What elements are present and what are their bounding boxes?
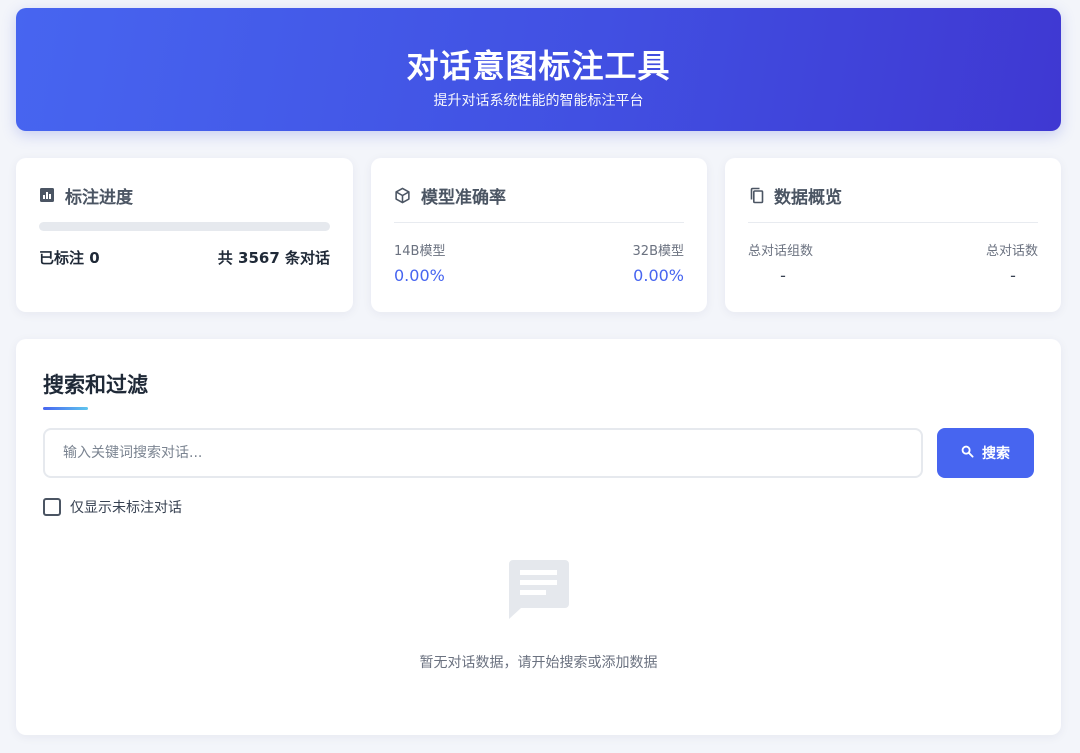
bar-chart-icon: [39, 187, 55, 203]
unlabeled-only-filter[interactable]: 仅显示未标注对话: [43, 497, 182, 517]
overview-labels: 总对话组数 总对话数: [748, 240, 1038, 259]
total-count: 共 3567 条对话: [217, 249, 330, 267]
total-groups-label: 总对话组数: [748, 244, 814, 259]
chat-message-icon: [508, 559, 570, 625]
app-header: 对话意图标注工具 提升对话系统性能的智能标注平台: [16, 8, 1061, 131]
copy-icon: [748, 187, 764, 204]
accuracy-divider: [394, 222, 684, 223]
accuracy-card-title: 模型准确率: [421, 187, 506, 208]
accuracy-card-header: 模型准确率: [394, 182, 506, 208]
title-underline: [43, 407, 88, 410]
app-title: 对话意图标注工具: [406, 47, 671, 85]
search-section-title: 搜索和过滤: [43, 373, 148, 397]
search-input[interactable]: [43, 428, 923, 478]
model-32b-accuracy: 0.00%: [633, 266, 684, 285]
progress-card-header: 标注进度: [39, 182, 133, 208]
accuracy-labels: 14B模型 32B模型: [394, 240, 684, 259]
overview-divider: [748, 222, 1038, 223]
overview-card: 数据概览 总对话组数 总对话数 - -: [725, 158, 1061, 312]
overview-values: - -: [748, 266, 1038, 285]
progress-card-title: 标注进度: [65, 187, 133, 208]
unlabeled-only-label: 仅显示未标注对话: [70, 500, 182, 516]
total-groups-value: -: [780, 266, 786, 285]
cube-icon: [394, 187, 411, 204]
overview-card-title: 数据概览: [774, 187, 842, 208]
progress-counts: 已标注 0 共 3567 条对话: [39, 247, 330, 268]
progress-bar: [39, 222, 330, 231]
total-conversations-value: -: [1010, 266, 1016, 285]
total-conversations-label: 总对话数: [985, 244, 1038, 259]
search-button-label: 搜索: [982, 446, 1010, 462]
empty-state-text: 暂无对话数据，请开始搜索或添加数据: [419, 655, 658, 671]
search-button[interactable]: 搜索: [937, 428, 1034, 478]
model-14b-accuracy: 0.00%: [394, 266, 445, 285]
progress-card: 标注进度 已标注 0 共 3567 条对话: [16, 158, 353, 312]
search-icon: [961, 445, 974, 462]
model-14b-label: 14B模型: [394, 244, 446, 259]
model-32b-label: 32B模型: [632, 244, 684, 259]
unlabeled-only-checkbox[interactable]: [43, 498, 61, 516]
search-filter-panel: 搜索和过滤 搜索 仅显示未标注对话 暂无对话数据，请开始搜索或添加数据: [16, 339, 1061, 735]
labeled-count: 已标注 0: [39, 249, 100, 267]
app-subtitle: 提升对话系统性能的智能标注平台: [433, 93, 644, 109]
accuracy-card: 模型准确率 14B模型 32B模型 0.00% 0.00%: [371, 158, 707, 312]
accuracy-values: 0.00% 0.00%: [394, 266, 684, 285]
overview-card-header: 数据概览: [748, 182, 842, 208]
